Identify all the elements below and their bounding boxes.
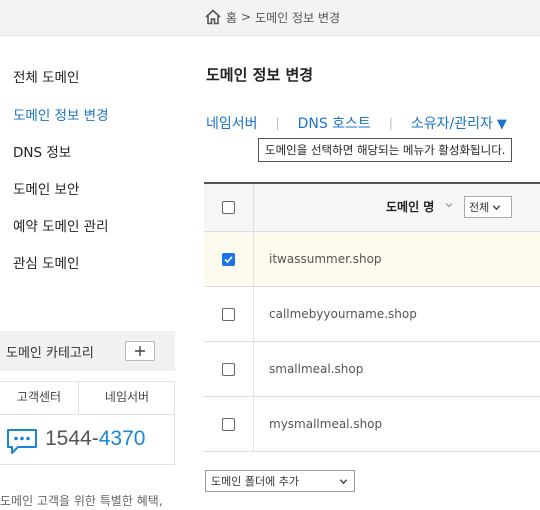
sidebar-item-dns-info[interactable]: DNS 정보 [13, 141, 71, 161]
main-content: 도메인 정보 변경 네임서버 | DNS 호스트 | 소유자/관리자 ▼ 도메인을… [204, 36, 540, 510]
row-checkbox-cell [204, 397, 254, 451]
table-row[interactable]: mysmallmeal.shop [204, 397, 540, 452]
top-bar: 홈 > 도메인 정보 변경 [0, 0, 540, 36]
domain-name[interactable]: smallmeal.shop [269, 362, 363, 376]
page-title: 도메인 정보 변경 [206, 66, 314, 84]
domain-category-label: 도메인 카테고리 [6, 346, 94, 361]
sidebar-item-all-domains[interactable]: 전체 도메인 [13, 66, 79, 86]
table-row[interactable]: smallmeal.shop [204, 342, 540, 397]
caret-down-icon: ▼ [496, 117, 507, 132]
filter-selected-value: 전체 [469, 201, 490, 214]
sidebar-item-domain-security[interactable]: 도메인 보안 [13, 178, 79, 198]
domain-category-panel: 도메인 카테고리 [0, 331, 175, 371]
table-row[interactable]: itwassummer.shop [204, 232, 540, 287]
select-all-checkbox[interactable] [222, 201, 235, 214]
domain-name[interactable]: itwassummer.shop [269, 252, 382, 266]
row-checkbox[interactable] [222, 418, 235, 431]
tab-separator: | [275, 116, 280, 130]
tab-owner-admin[interactable]: 소유자/관리자 ▼ [411, 113, 507, 133]
tab-nameserver[interactable]: 네임서버 [206, 113, 258, 133]
domain-name[interactable]: mysmallmeal.shop [269, 417, 382, 431]
header-checkbox-cell [204, 184, 254, 231]
table-header: 도메인 명 전체 [204, 184, 540, 232]
plus-icon [135, 346, 145, 356]
breadcrumb-current: 도메인 정보 변경 [255, 10, 341, 25]
tab-tooltip: 도메인을 선택하면 해당되는 메뉴가 활성화됩니다. [258, 138, 513, 162]
chevron-down-icon [493, 204, 501, 210]
chat-bubble-icon [7, 429, 37, 454]
sort-chevron-icon[interactable] [444, 200, 454, 210]
phone-number: 1544-4370 [45, 427, 145, 451]
tab-customer-center[interactable]: 고객센터 [0, 382, 79, 414]
action-tabs: 네임서버 | DNS 호스트 | 소유자/관리자 ▼ [206, 113, 507, 133]
domain-name[interactable]: callmebyyourname.shop [269, 307, 417, 321]
sidebar-item-favorite-domains[interactable]: 관심 도메인 [13, 252, 79, 272]
breadcrumb-home[interactable]: 홈 [226, 9, 237, 26]
table-row[interactable]: callmebyyourname.shop [204, 287, 540, 342]
breadcrumb: 홈 > 도메인 정보 변경 [204, 8, 340, 26]
row-checkbox[interactable] [222, 363, 235, 376]
support-divider [0, 414, 175, 415]
phone-suffix: 4370 [98, 427, 146, 450]
row-checkbox[interactable] [222, 308, 235, 321]
breadcrumb-separator: > [241, 10, 252, 24]
tab-separator: | [388, 116, 393, 130]
row-checkbox-cell [204, 342, 254, 396]
column-header-domain: 도메인 명 [386, 200, 435, 214]
chevron-down-icon [339, 479, 348, 485]
add-to-folder-select[interactable]: 도메인 폴더에 추가 [205, 470, 355, 492]
support-panel: 고객센터 네임서버 1544-4370 [0, 381, 175, 465]
home-icon[interactable] [204, 8, 222, 26]
row-checkbox[interactable] [222, 253, 235, 266]
sidebar-item-reserved-domains[interactable]: 예약 도메인 관리 [13, 215, 109, 235]
sidebar-item-domain-info-change[interactable]: 도메인 정보 변경 [13, 104, 109, 124]
domain-table: 도메인 명 전체 itwassummer.shop callmebyyourna… [204, 182, 540, 452]
tab-nameserver-support[interactable]: 네임서버 [79, 382, 175, 414]
tab-dns-host[interactable]: DNS 호스트 [298, 113, 371, 133]
folder-select-value: 도메인 폴더에 추가 [211, 475, 299, 488]
checkmark-icon [224, 256, 233, 264]
domain-filter-select[interactable]: 전체 [464, 196, 512, 218]
row-checkbox-cell [204, 287, 254, 341]
add-category-button[interactable] [125, 341, 155, 361]
promo-text: 도메인 고객을 위한 특별한 혜택, [0, 494, 163, 508]
row-checkbox-cell [204, 232, 254, 286]
phone-prefix: 1544- [45, 427, 99, 450]
tab-owner-admin-label: 소유자/관리자 [410, 116, 493, 132]
